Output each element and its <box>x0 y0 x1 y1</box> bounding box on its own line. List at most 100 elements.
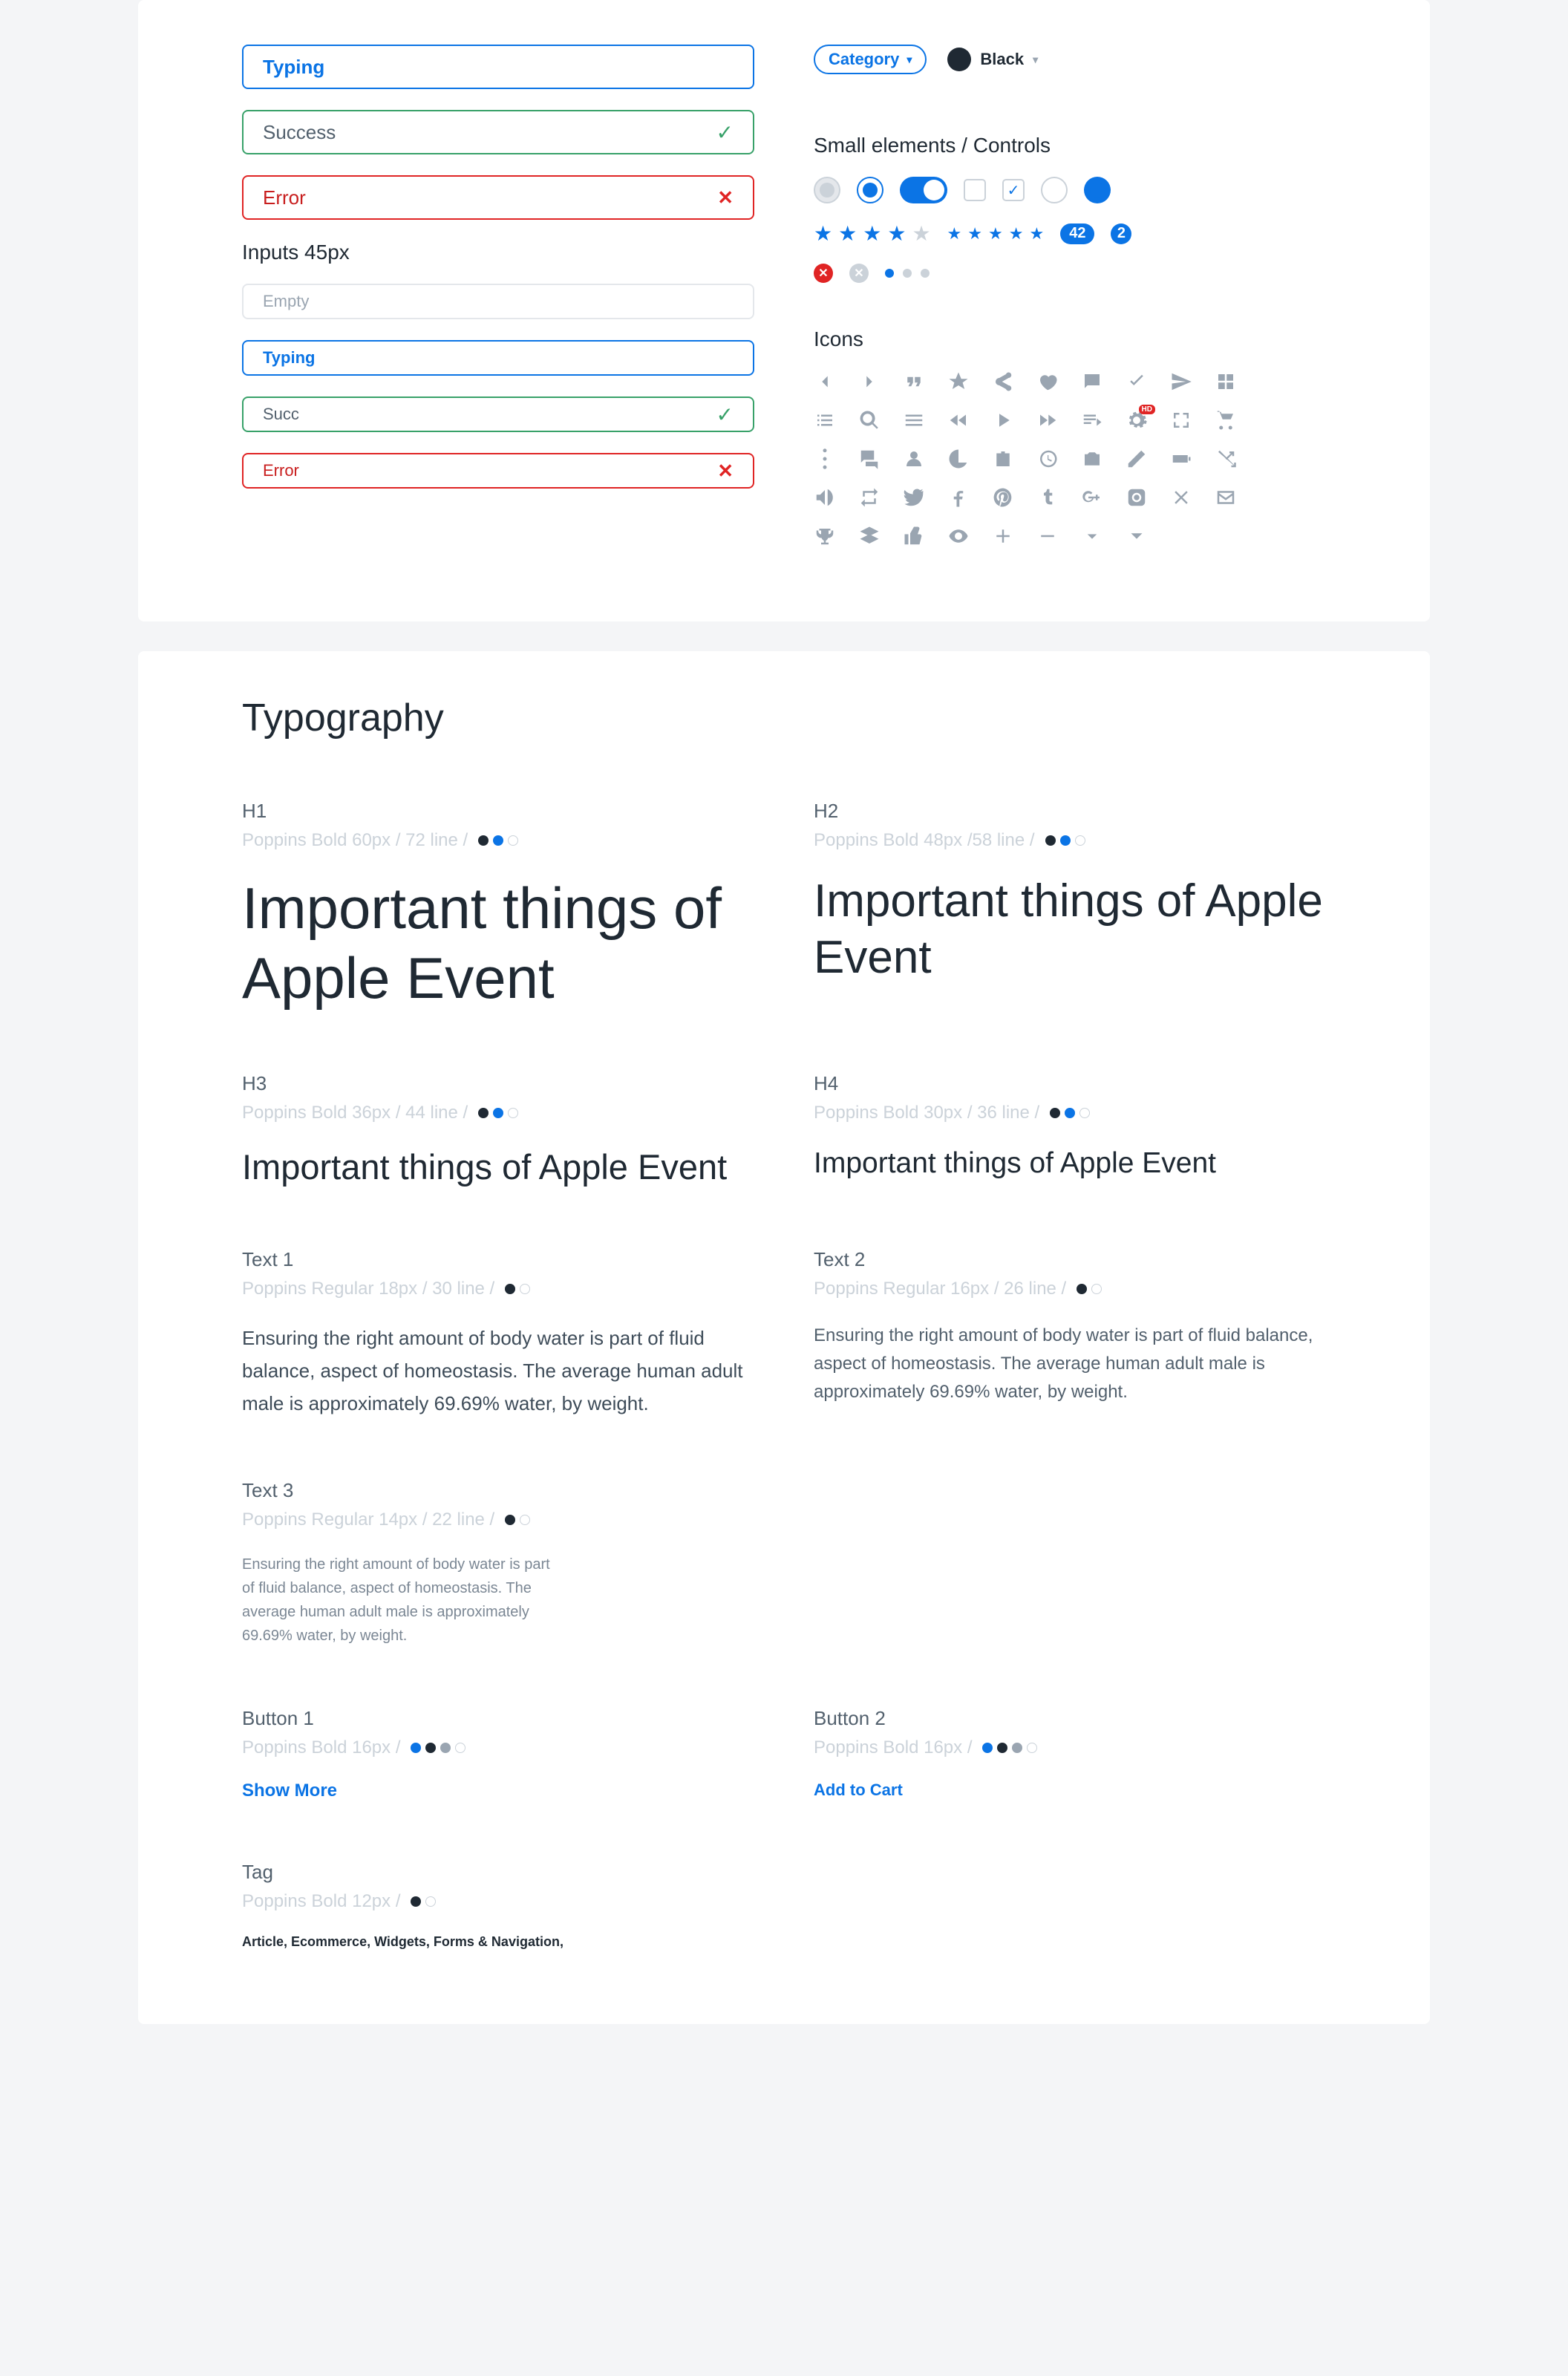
envelope-icon[interactable] <box>1215 486 1237 509</box>
trophy-icon[interactable] <box>814 525 836 547</box>
input-error[interactable]: Error ✕ <box>242 175 754 220</box>
list-icon[interactable] <box>814 409 836 431</box>
color-tag[interactable]: Black ▾ <box>947 48 1038 71</box>
close-red-icon[interactable]: ✕ <box>814 264 833 283</box>
quote-icon[interactable] <box>903 371 925 393</box>
swatch-black-icon <box>1050 1108 1060 1118</box>
camera-icon[interactable] <box>1081 448 1103 470</box>
googleplus-icon[interactable] <box>1081 486 1103 509</box>
input-typing[interactable]: Typing <box>242 45 754 89</box>
category-chip[interactable]: Category ▾ <box>814 45 927 74</box>
btn2-meta: Poppins Bold 16px / <box>814 1737 1326 1758</box>
instagram-icon[interactable] <box>1126 486 1148 509</box>
chevron-left-icon[interactable] <box>814 371 836 393</box>
playlist-icon[interactable] <box>1081 409 1103 431</box>
caret-down-icon[interactable] <box>1126 525 1148 547</box>
plus-icon[interactable] <box>992 525 1014 547</box>
radio-filled[interactable] <box>1084 177 1111 203</box>
close-icon[interactable] <box>1170 486 1192 509</box>
input-empty[interactable]: Empty <box>242 284 754 319</box>
chat-icon[interactable] <box>1081 371 1103 393</box>
pinterest-icon[interactable] <box>992 486 1014 509</box>
typography-title: Typography <box>242 696 1326 740</box>
swatch-black-icon <box>411 1896 421 1907</box>
gear-icon[interactable]: HD <box>1126 409 1148 431</box>
input-sm-typing[interactable]: Typing <box>242 340 754 376</box>
close-icon[interactable]: ✕ <box>717 460 734 483</box>
history-icon[interactable] <box>1036 448 1059 470</box>
text1-label: Text 1 <box>242 1248 754 1271</box>
briefcase-icon[interactable] <box>992 448 1014 470</box>
toggle-on[interactable] <box>900 177 947 203</box>
grid-icon[interactable] <box>1215 371 1237 393</box>
btn1-meta: Poppins Bold 16px / <box>242 1737 754 1758</box>
chevron-down-icon[interactable] <box>1081 525 1103 547</box>
star-icon: ★ <box>1009 224 1024 244</box>
swatch-black-icon <box>1077 1284 1087 1294</box>
send-icon[interactable] <box>1170 371 1192 393</box>
tag-meta: Poppins Bold 12px / <box>242 1891 754 1912</box>
h1-sample: Important things of Apple Event <box>242 873 754 1013</box>
swatch-outline-icon <box>508 835 518 846</box>
star-icon: ★ <box>912 221 930 246</box>
battery-icon[interactable] <box>1170 448 1192 470</box>
twitter-icon[interactable] <box>903 486 925 509</box>
rewind-icon[interactable] <box>947 409 970 431</box>
check-icon: ✓ <box>716 402 734 427</box>
controls-title: Small elements / Controls <box>814 134 1326 157</box>
eye-icon[interactable] <box>947 525 970 547</box>
comments-icon[interactable] <box>858 448 881 470</box>
chevron-right-icon[interactable] <box>858 371 881 393</box>
h4-meta: Poppins Bold 30px / 36 line / <box>814 1103 1326 1123</box>
star-icon: ★ <box>967 224 982 244</box>
icons-title: Icons <box>814 327 1326 351</box>
btn1-sample[interactable]: Show More <box>242 1781 754 1801</box>
search-icon[interactable] <box>858 409 881 431</box>
star-rating-large[interactable]: ★ ★ ★ ★ ★ <box>814 221 931 246</box>
forward-icon[interactable] <box>1036 409 1059 431</box>
close-icon[interactable]: ✕ <box>717 186 734 209</box>
input-sm-error[interactable]: Error ✕ <box>242 453 754 489</box>
btn2-label: Button 2 <box>814 1707 1326 1730</box>
swatch-outline-icon <box>1027 1743 1037 1753</box>
tumblr-icon[interactable] <box>1036 486 1059 509</box>
star-rating-small[interactable]: ★ ★ ★ ★ ★ <box>947 224 1045 244</box>
btn2-sample[interactable]: Add to Cart <box>814 1781 1326 1800</box>
radio-empty[interactable] <box>1041 177 1068 203</box>
checkbox-checked[interactable]: ✓ <box>1002 179 1025 201</box>
volume-icon[interactable] <box>814 486 836 509</box>
check-icon[interactable] <box>1126 371 1148 393</box>
input-sm-success[interactable]: Succ ✓ <box>242 396 754 432</box>
checkbox-empty[interactable] <box>964 179 986 201</box>
icon-grid: HD <box>814 371 1274 547</box>
more-vert-icon[interactable] <box>814 448 836 470</box>
cart-icon[interactable] <box>1215 409 1237 431</box>
star-icon[interactable] <box>947 371 970 393</box>
pager-dots[interactable] <box>885 269 930 278</box>
share-icon[interactable] <box>992 371 1014 393</box>
heart-icon[interactable] <box>1036 371 1059 393</box>
star-icon: ★ <box>887 221 906 246</box>
edit-icon[interactable] <box>1126 448 1148 470</box>
close-gray-icon[interactable]: ✕ <box>849 264 869 283</box>
repeat-icon[interactable] <box>858 486 881 509</box>
facebook-icon[interactable] <box>947 486 970 509</box>
text2-meta: Poppins Regular 16px / 26 line / <box>814 1279 1326 1299</box>
thumbs-up-icon[interactable] <box>903 525 925 547</box>
play-icon[interactable] <box>992 409 1014 431</box>
layers-icon[interactable] <box>858 525 881 547</box>
swatch-blue-icon <box>493 835 503 846</box>
expand-icon[interactable] <box>1170 409 1192 431</box>
radio-active[interactable] <box>857 177 883 203</box>
chevron-down-icon: ▾ <box>1033 53 1038 66</box>
menu-icon[interactable] <box>903 409 925 431</box>
minus-icon[interactable] <box>1036 525 1059 547</box>
swatch-outline-icon <box>1079 1108 1090 1118</box>
user-icon[interactable] <box>903 448 925 470</box>
swatch-black-icon <box>478 835 489 846</box>
components-card: Typing Success ✓ Error ✕ Inputs 45px Emp… <box>138 0 1430 621</box>
h4-sample: Important things of Apple Event <box>814 1146 1326 1181</box>
shuffle-icon[interactable] <box>1215 448 1237 470</box>
sticker-icon[interactable] <box>947 448 970 470</box>
input-success[interactable]: Success ✓ <box>242 110 754 154</box>
